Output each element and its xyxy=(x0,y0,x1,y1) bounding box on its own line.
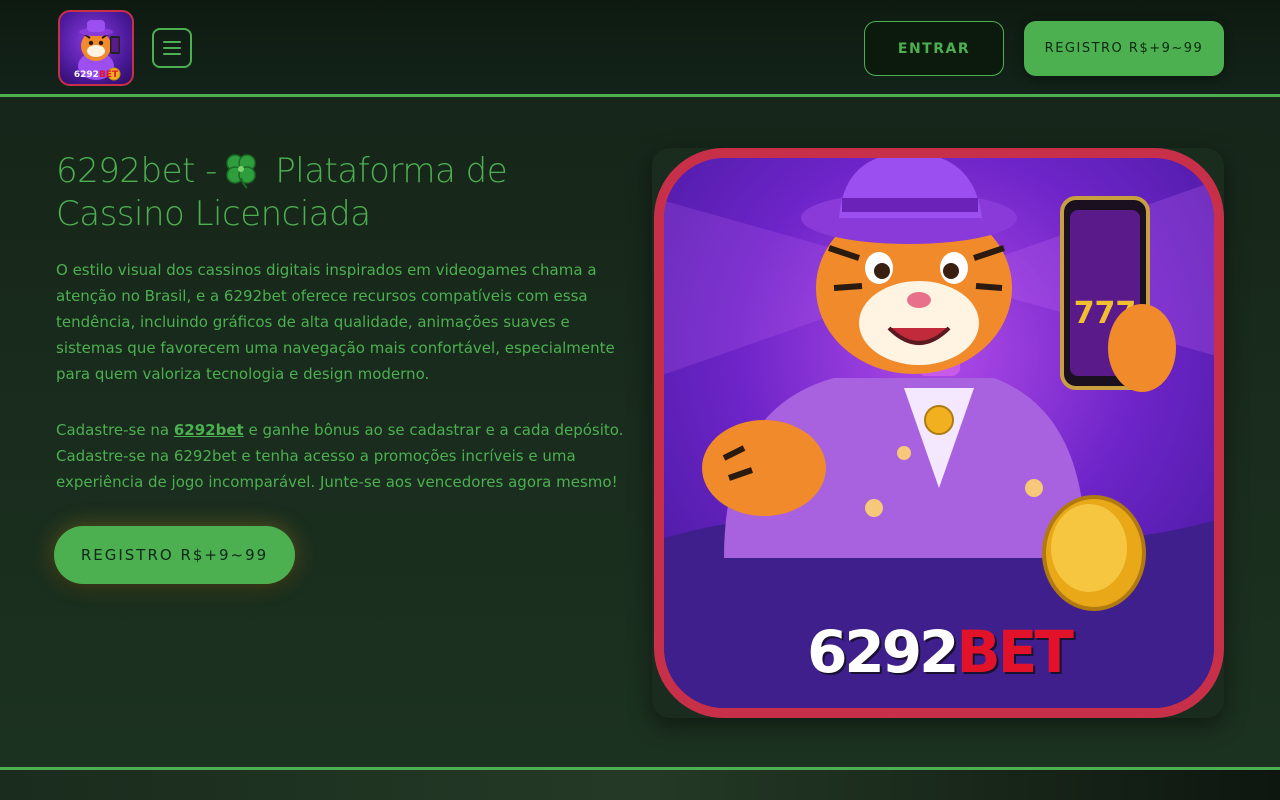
logo-wordmark: 6292BET xyxy=(73,70,119,80)
page-title: 6292bet - Plataforma de Cassino Licencia… xyxy=(56,151,508,234)
menu-bar-icon xyxy=(163,41,181,43)
main-content: 6292bet - Plataforma de Cassino Licencia… xyxy=(0,100,1280,767)
register-cta-button[interactable]: REGISTRO R$+9~99 xyxy=(54,526,295,584)
footer-strip xyxy=(0,770,1280,800)
signup-paragraph: Cadastre-se na 6292bet e ganhe bônus ao … xyxy=(56,421,624,491)
hero-image: 777 6292BET xyxy=(654,148,1224,718)
hero-brand-wordmark: 6292BET xyxy=(807,618,1074,686)
brand-link[interactable]: 6292bet xyxy=(174,421,244,439)
hero-image-card: 777 6292BET xyxy=(652,148,1224,718)
top-header: 6292BET ENTRAR REGISTRO R$+9~99 xyxy=(0,0,1280,97)
four-leaf-clover-icon xyxy=(226,154,256,189)
menu-bar-icon xyxy=(163,53,181,55)
register-button-header[interactable]: REGISTRO R$+9~99 xyxy=(1024,21,1224,76)
login-button[interactable]: ENTRAR xyxy=(864,21,1004,76)
site-logo[interactable]: 6292BET xyxy=(58,10,134,86)
hamburger-menu-button[interactable] xyxy=(152,28,192,68)
menu-bar-icon xyxy=(163,47,181,49)
intro-paragraph: O estilo visual dos cassinos digitais in… xyxy=(56,261,615,383)
